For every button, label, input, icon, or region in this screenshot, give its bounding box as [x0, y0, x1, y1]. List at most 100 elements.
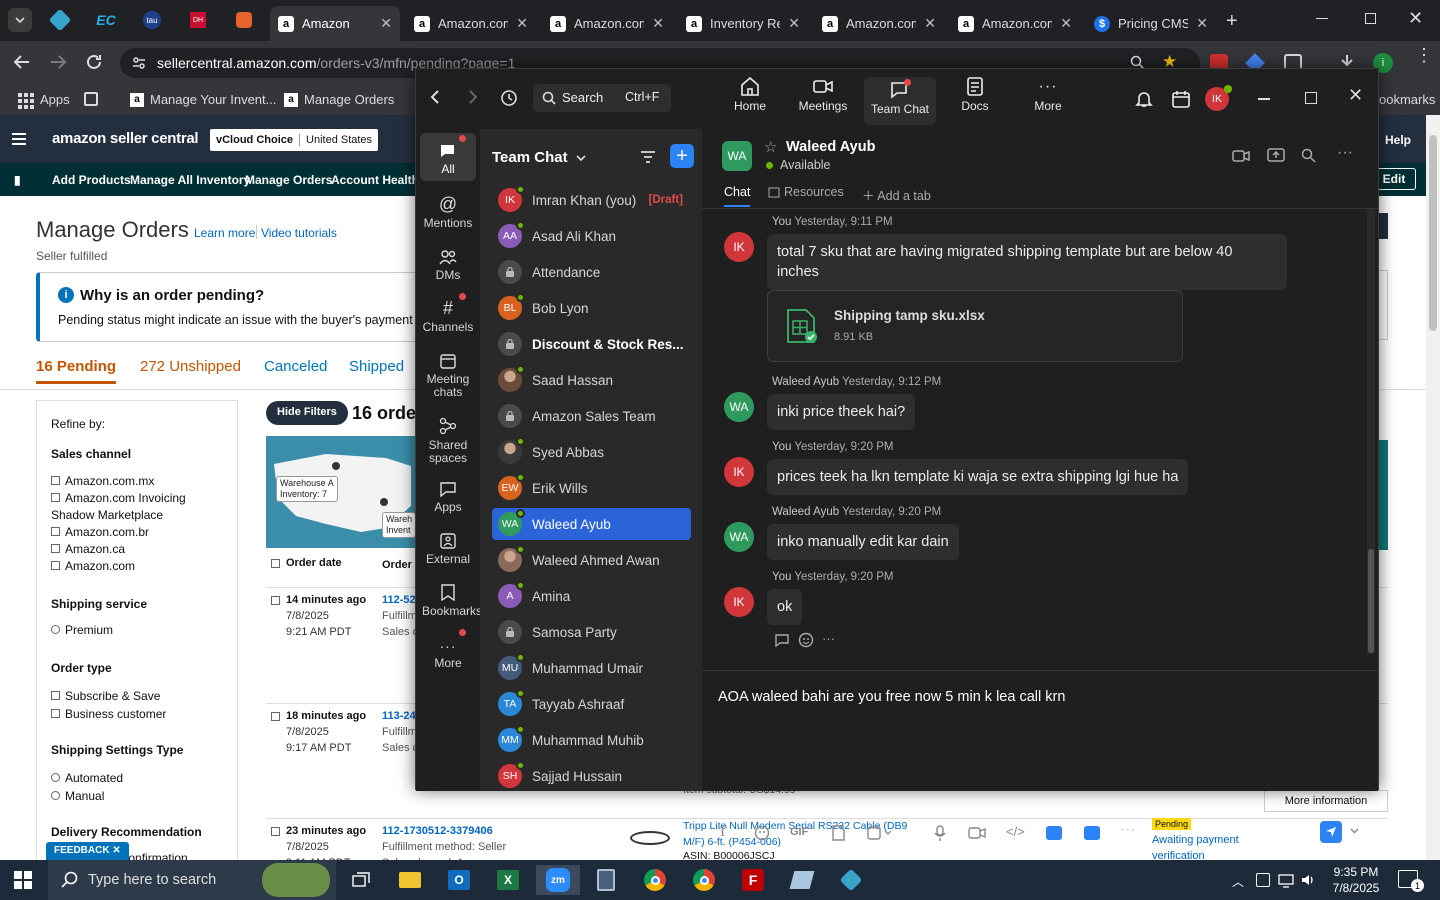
back-icon[interactable]	[430, 90, 440, 104]
excel-icon[interactable]: X	[489, 865, 527, 895]
nav-docs[interactable]: Docs	[942, 77, 1008, 123]
more-actions-icon[interactable]: ···	[822, 631, 835, 646]
close-tab-icon[interactable]: ✕	[1196, 15, 1208, 32]
chrome-icon[interactable]	[636, 865, 674, 895]
close-tab-icon[interactable]: ✕	[924, 15, 936, 32]
filezilla-icon[interactable]: F	[734, 865, 772, 895]
reload-button[interactable]	[85, 53, 103, 71]
chat-list-item[interactable]: MM Muhammad Muhib	[492, 724, 691, 756]
chat-list-item[interactable]: WA Waleed Ayub	[492, 508, 691, 540]
filter-option[interactable]: Manual	[51, 787, 123, 805]
message-bubble[interactable]: total 7 sku that are having migrated shi…	[767, 234, 1287, 290]
contact-avatar[interactable]: WA	[722, 141, 752, 171]
amazon-logo[interactable]: amazon seller central	[52, 130, 199, 147]
more-information-button[interactable]: More information	[1264, 790, 1388, 812]
browser-tab[interactable]: a Amazon.com ✕	[950, 6, 1080, 41]
video-tutorials-link[interactable]: Video tutorials	[261, 226, 337, 240]
filter-option[interactable]: Automated	[51, 769, 123, 787]
history-icon[interactable]	[500, 89, 518, 107]
reply-icon[interactable]	[774, 633, 790, 647]
video-call-icon[interactable]	[1232, 149, 1250, 163]
browser-tab[interactable]: a Inventory Re ✕	[678, 6, 808, 41]
order-id-link[interactable]: 112-1730512-3379406	[382, 825, 493, 837]
more-tools-icon[interactable]: ···	[1120, 822, 1136, 840]
filter-option[interactable]: Amazon.com.br	[51, 524, 231, 541]
order-id-link[interactable]: 112-52	[382, 594, 416, 606]
browser-menu-icon[interactable]: ⋮	[1415, 46, 1433, 64]
restore-button[interactable]	[1365, 13, 1376, 24]
browser-tab[interactable]: a Amazon.com ✕	[406, 6, 536, 41]
pinned-tab-3[interactable]: tau	[138, 8, 166, 32]
more-options-icon[interactable]: ···	[1337, 144, 1353, 162]
nav-team-chat[interactable]: Team Chat	[864, 77, 936, 125]
browser-tab[interactable]: $ Pricing CMS ✕	[1086, 6, 1216, 41]
star-icon[interactable]: ☆	[764, 138, 777, 156]
close-button[interactable]: ✕	[1348, 85, 1363, 106]
nav-manage-inventory[interactable]: Manage All Inventory	[130, 173, 250, 187]
order-id-link[interactable]: 113-24	[382, 710, 416, 722]
clock[interactable]: 9:35 PM 7/8/2025	[1326, 864, 1386, 896]
col-order-date[interactable]: Order date	[271, 557, 342, 569]
help-link[interactable]: Help	[1385, 133, 1411, 147]
gif-icon[interactable]: GIF	[790, 826, 808, 838]
rail-item[interactable]: Apps	[420, 475, 476, 514]
tab-groups-icon[interactable]	[84, 92, 98, 106]
forward-button[interactable]	[49, 53, 67, 71]
tab-unshipped[interactable]: 272 Unshipped	[140, 358, 241, 375]
bookmark-manage-inventory[interactable]: a Manage Your Invent...	[130, 92, 276, 107]
hide-filters-button[interactable]: Hide Filters	[266, 401, 348, 425]
menu-icon[interactable]	[12, 133, 26, 145]
close-window-button[interactable]: ✕	[1408, 8, 1423, 29]
message-bubble[interactable]: ok	[767, 589, 803, 625]
chat-list-item[interactable]: TA Tayyab Ashraaf	[492, 688, 691, 720]
share-screen-icon[interactable]	[1267, 148, 1285, 163]
nav-manage-orders[interactable]: Manage Orders	[245, 173, 332, 187]
page-scrollbar[interactable]	[1426, 115, 1440, 860]
message-bubble[interactable]: inko manually edit kar dain	[767, 524, 959, 560]
chat-list-item[interactable]: Syed Abbas	[492, 436, 691, 468]
rail-item[interactable]: External	[420, 527, 476, 566]
rail-item[interactable]: ··· More	[420, 629, 476, 670]
chat-list-item[interactable]: EW Erik Wills	[492, 472, 691, 504]
emoji-reaction-icon[interactable]	[798, 632, 814, 648]
bookmark-flag-icon[interactable]: ▮	[14, 173, 21, 187]
product-thumbnail[interactable]	[630, 831, 670, 845]
search-icon[interactable]	[1301, 148, 1316, 163]
rail-item[interactable]: Bookmarks	[420, 579, 482, 618]
forward-icon[interactable]	[468, 90, 478, 104]
new-tab-button[interactable]: +	[1226, 10, 1238, 33]
file-attachment[interactable]: Shipping tamp sku.xlsx 8.91 KB	[767, 290, 1183, 362]
feedback-tab[interactable]: FEEDBACK ✕	[46, 842, 129, 860]
nav-account-health[interactable]: Account Health	[331, 173, 419, 187]
tab-resources[interactable]: Resources	[768, 185, 844, 199]
message-composer[interactable]: AOA waleed bahi are you free now 5 min k…	[718, 679, 1358, 769]
scrollbar-thumb[interactable]	[1429, 135, 1437, 331]
format-text-icon[interactable]: T	[718, 824, 727, 841]
order-checkbox[interactable]	[271, 712, 280, 721]
composer-text[interactable]: AOA waleed bahi are you free now 5 min k…	[718, 689, 1065, 705]
app-icon[interactable]	[783, 865, 821, 895]
app-shortcut-icon[interactable]	[1046, 826, 1062, 840]
send-button[interactable]	[1320, 821, 1342, 843]
nav-meetings[interactable]: Meetings	[788, 77, 858, 123]
browser-tab[interactable]: a Amazon ✕	[270, 6, 400, 41]
side-widget[interactable]	[1378, 213, 1388, 239]
filter-option[interactable]: Amazon.com Invoicing Shadow Marketplace	[51, 490, 231, 524]
contact-name[interactable]: Waleed Ayub	[786, 139, 875, 155]
attach-file-icon[interactable]	[831, 825, 845, 841]
chrome-profile-icon[interactable]	[685, 865, 723, 895]
nav-home[interactable]: Home	[716, 77, 784, 123]
filter-icon[interactable]	[640, 150, 656, 164]
message-bubble[interactable]: prices teek ha lkn template ki waja se e…	[767, 459, 1189, 495]
chat-list-item[interactable]: BL Bob Lyon	[492, 292, 691, 324]
bookmark-apps[interactable]: Apps	[40, 92, 70, 107]
tab-chat[interactable]: Chat	[724, 185, 751, 207]
pinned-tab-2[interactable]: EC	[92, 8, 120, 32]
scrollbar-thumb[interactable]	[1368, 549, 1374, 653]
windows-start-icon[interactable]	[14, 871, 32, 889]
search-box[interactable]: Search Ctrl+F	[533, 84, 671, 112]
maximize-button[interactable]	[1305, 92, 1317, 104]
chevron-up-icon[interactable]: ︿	[1232, 873, 1244, 890]
filter-option[interactable]: Amazon.com	[51, 558, 231, 575]
account-switcher[interactable]: vCloud Choice United States	[210, 129, 379, 151]
